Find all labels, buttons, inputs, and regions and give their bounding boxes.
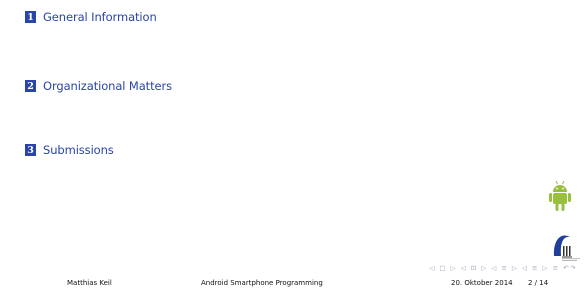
android-logo-icon — [549, 180, 571, 211]
section-label: General Information — [43, 10, 157, 24]
footer-bar: Matthias Keil Android Smartphone Program… — [0, 275, 585, 291]
navigation-controls[interactable]: ◁ □ ▷ ◁ ⊡ ▷ ◁ ≡ ▷ ◁ ≡ ▷ ≡ ↶↷ — [429, 264, 577, 272]
footer-date: 20. Oktober 2014 — [451, 279, 513, 287]
footer-author: Matthias Keil — [67, 279, 112, 287]
footer-title: Android Smartphone Programming — [201, 279, 323, 287]
university-logo-icon — [553, 235, 580, 261]
toc-item-general-information[interactable]: 1 General Information — [25, 10, 157, 24]
section-number: 1 — [25, 11, 36, 23]
section-number: 3 — [25, 144, 36, 156]
section-number: 2 — [25, 80, 36, 92]
toc-item-submissions[interactable]: 3 Submissions — [25, 143, 114, 157]
toc-item-organizational-matters[interactable]: 2 Organizational Matters — [25, 79, 172, 93]
section-label: Submissions — [43, 143, 114, 157]
section-label: Organizational Matters — [43, 79, 173, 93]
footer-page-number: 2 / 14 — [528, 279, 549, 287]
